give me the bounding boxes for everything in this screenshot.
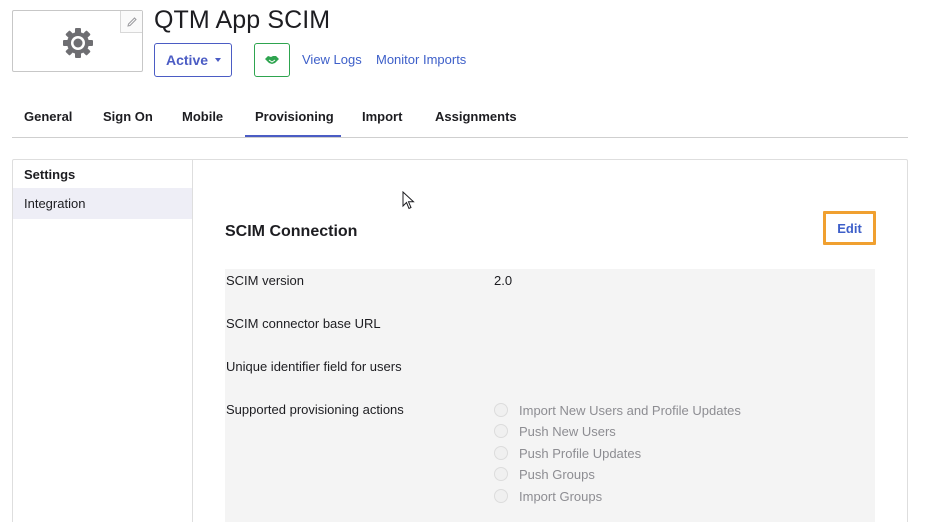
pencil-icon (126, 16, 137, 27)
status-dropdown[interactable]: Active (154, 43, 232, 77)
checkbox-circle (494, 446, 508, 460)
field-label-provisioning-actions: Supported provisioning actions (226, 402, 404, 417)
view-logs-link[interactable]: View Logs (302, 52, 362, 67)
tab-general[interactable]: General (24, 109, 72, 124)
action-label: Import Groups (519, 488, 603, 504)
field-value-scim-version: 2.0 (494, 273, 513, 288)
tab-import[interactable]: Import (362, 109, 402, 124)
action-checkbox-push-profile-updates[interactable]: Push Profile Updates (494, 445, 641, 461)
checkbox-circle (494, 403, 508, 417)
mouse-cursor-icon (402, 191, 415, 210)
action-label: Import New Users and Profile Updates (519, 402, 741, 418)
action-checkbox-import-groups[interactable]: Import Groups (494, 488, 602, 504)
edit-button[interactable]: Edit (823, 211, 876, 245)
checkbox-circle (494, 467, 508, 481)
tab-mobile[interactable]: Mobile (182, 109, 223, 124)
monitor-imports-link[interactable]: Monitor Imports (376, 52, 466, 67)
scim-fields-box (225, 269, 875, 522)
tab-provisioning[interactable]: Provisioning (255, 109, 334, 124)
gear-icon (63, 28, 93, 58)
checkbox-circle (494, 489, 508, 503)
app-title: QTM App SCIM (154, 6, 331, 34)
chevron-down-icon (215, 58, 221, 62)
field-label-scim-version: SCIM version (226, 273, 305, 288)
field-label-unique-id: Unique identifier field for users (226, 359, 402, 374)
section-title: SCIM Connection (225, 223, 358, 240)
tab-bar: General Sign On Mobile Provisioning Impo… (12, 100, 908, 138)
active-tab-indicator (245, 135, 341, 137)
push-now-button[interactable] (254, 43, 290, 77)
action-label: Push Profile Updates (519, 445, 642, 461)
action-checkbox-import-users[interactable]: Import New Users and Profile Updates (494, 402, 741, 418)
handshake-icon (265, 56, 279, 64)
checkbox-circle (494, 424, 508, 438)
settings-sidebar: Settings Integration (13, 160, 193, 522)
sidebar-heading: Settings (24, 167, 76, 182)
app-logo (12, 10, 143, 72)
tab-assignments[interactable]: Assignments (435, 109, 517, 124)
tab-sign-on[interactable]: Sign On (103, 109, 153, 124)
sidebar-item-integration[interactable]: Integration (13, 188, 192, 219)
action-label: Push Groups (519, 466, 595, 482)
status-label: Active (166, 52, 209, 68)
action-label: Push New Users (519, 423, 616, 439)
action-checkbox-push-groups[interactable]: Push Groups (494, 466, 595, 482)
action-checkbox-push-new-users[interactable]: Push New Users (494, 423, 616, 439)
field-label-base-url: SCIM connector base URL (226, 316, 381, 331)
edit-logo-button[interactable] (120, 11, 142, 33)
